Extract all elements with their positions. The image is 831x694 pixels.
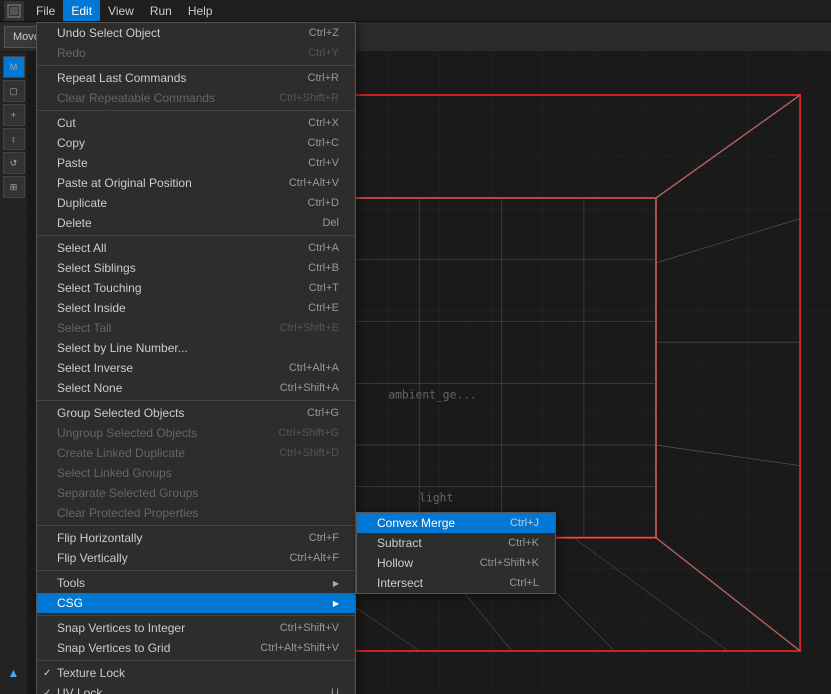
menu-file[interactable]: File — [28, 0, 63, 21]
menu-select-touching[interactable]: Select Touching Ctrl+T — [37, 278, 355, 298]
menu-separate-selected[interactable]: Separate Selected Groups — [37, 483, 355, 503]
separator-5 — [37, 525, 355, 526]
edit-menu-popup: Undo Select Object Ctrl+Z Redo Ctrl+Y Re… — [36, 22, 356, 694]
grid-tool-sidebar[interactable]: ⊞ — [3, 176, 25, 198]
menu-repeat-last[interactable]: Repeat Last Commands Ctrl+R — [37, 68, 355, 88]
menu-undo[interactable]: Undo Select Object Ctrl+Z — [37, 23, 355, 43]
select-tool-sidebar[interactable]: ▢ — [3, 80, 25, 102]
menu-tools[interactable]: Tools — [37, 573, 355, 593]
menu-csg[interactable]: CSG — [37, 593, 355, 613]
menu-copy[interactable]: Copy Ctrl+C — [37, 133, 355, 153]
svg-text:light: light — [419, 491, 453, 505]
nav-arrow[interactable]: ▲ — [8, 666, 20, 680]
menu-duplicate[interactable]: Duplicate Ctrl+D — [37, 193, 355, 213]
menu-clear-repeatable[interactable]: Clear Repeatable Commands Ctrl+Shift+R — [37, 88, 355, 108]
menu-delete[interactable]: Delete Del — [37, 213, 355, 233]
menu-flip-v[interactable]: Flip Vertically Ctrl+Alt+F — [37, 548, 355, 568]
csg-convex-merge[interactable]: Convex Merge Ctrl+J — [357, 513, 555, 533]
menu-select-tall[interactable]: Select Tall Ctrl+Shift+E — [37, 318, 355, 338]
menu-uv-lock[interactable]: UV Lock U — [37, 683, 355, 694]
menu-select-siblings[interactable]: Select Siblings Ctrl+B — [37, 258, 355, 278]
left-sidebar: M ▢ + ↕ ↺ ⊞ ▲ — [0, 52, 28, 694]
menu-view[interactable]: View — [100, 0, 142, 21]
separator-3 — [37, 235, 355, 236]
menu-group-selected[interactable]: Group Selected Objects Ctrl+G — [37, 403, 355, 423]
add-tool-sidebar[interactable]: + — [3, 104, 25, 126]
menu-paste[interactable]: Paste Ctrl+V — [37, 153, 355, 173]
menu-select-inverse[interactable]: Select Inverse Ctrl+Alt+A — [37, 358, 355, 378]
menu-create-linked-dup[interactable]: Create Linked Duplicate Ctrl+Shift+D — [37, 443, 355, 463]
csg-intersect[interactable]: Intersect Ctrl+L — [357, 573, 555, 593]
menu-select-inside[interactable]: Select Inside Ctrl+E — [37, 298, 355, 318]
menu-select-linked-groups[interactable]: Select Linked Groups — [37, 463, 355, 483]
menu-snap-grid[interactable]: Snap Vertices to Grid Ctrl+Alt+Shift+V — [37, 638, 355, 658]
menu-select-all[interactable]: Select All Ctrl+A — [37, 238, 355, 258]
move-tool-sidebar[interactable]: M — [3, 56, 25, 78]
separator-8 — [37, 660, 355, 661]
menu-ungroup[interactable]: Ungroup Selected Objects Ctrl+Shift+G — [37, 423, 355, 443]
menubar: File Edit View Run Help — [0, 0, 831, 22]
separator-4 — [37, 400, 355, 401]
menu-run[interactable]: Run — [142, 0, 180, 21]
separator-1 — [37, 65, 355, 66]
scale-tool-sidebar[interactable]: ↕ — [3, 128, 25, 150]
menu-paste-original[interactable]: Paste at Original Position Ctrl+Alt+V — [37, 173, 355, 193]
menu-snap-integer[interactable]: Snap Vertices to Integer Ctrl+Shift+V — [37, 618, 355, 638]
menu-cut[interactable]: Cut Ctrl+X — [37, 113, 355, 133]
menu-help[interactable]: Help — [180, 0, 221, 21]
separator-6 — [37, 570, 355, 571]
svg-text:ambient_ge...: ambient_ge... — [388, 388, 477, 402]
menu-edit[interactable]: Edit — [63, 0, 100, 21]
app-icon — [4, 1, 24, 21]
menu-select-none[interactable]: Select None Ctrl+Shift+A — [37, 378, 355, 398]
separator-7 — [37, 615, 355, 616]
rotate-tool-sidebar[interactable]: ↺ — [3, 152, 25, 174]
csg-hollow[interactable]: Hollow Ctrl+Shift+K — [357, 553, 555, 573]
menu-clear-protected[interactable]: Clear Protected Properties — [37, 503, 355, 523]
csg-subtract[interactable]: Subtract Ctrl+K — [357, 533, 555, 553]
csg-submenu-popup: Convex Merge Ctrl+J Subtract Ctrl+K Holl… — [356, 512, 556, 594]
menu-redo[interactable]: Redo Ctrl+Y — [37, 43, 355, 63]
menu-texture-lock[interactable]: Texture Lock — [37, 663, 355, 683]
separator-2 — [37, 110, 355, 111]
menu-select-by-line[interactable]: Select by Line Number... — [37, 338, 355, 358]
menu-flip-h[interactable]: Flip Horizontally Ctrl+F — [37, 528, 355, 548]
